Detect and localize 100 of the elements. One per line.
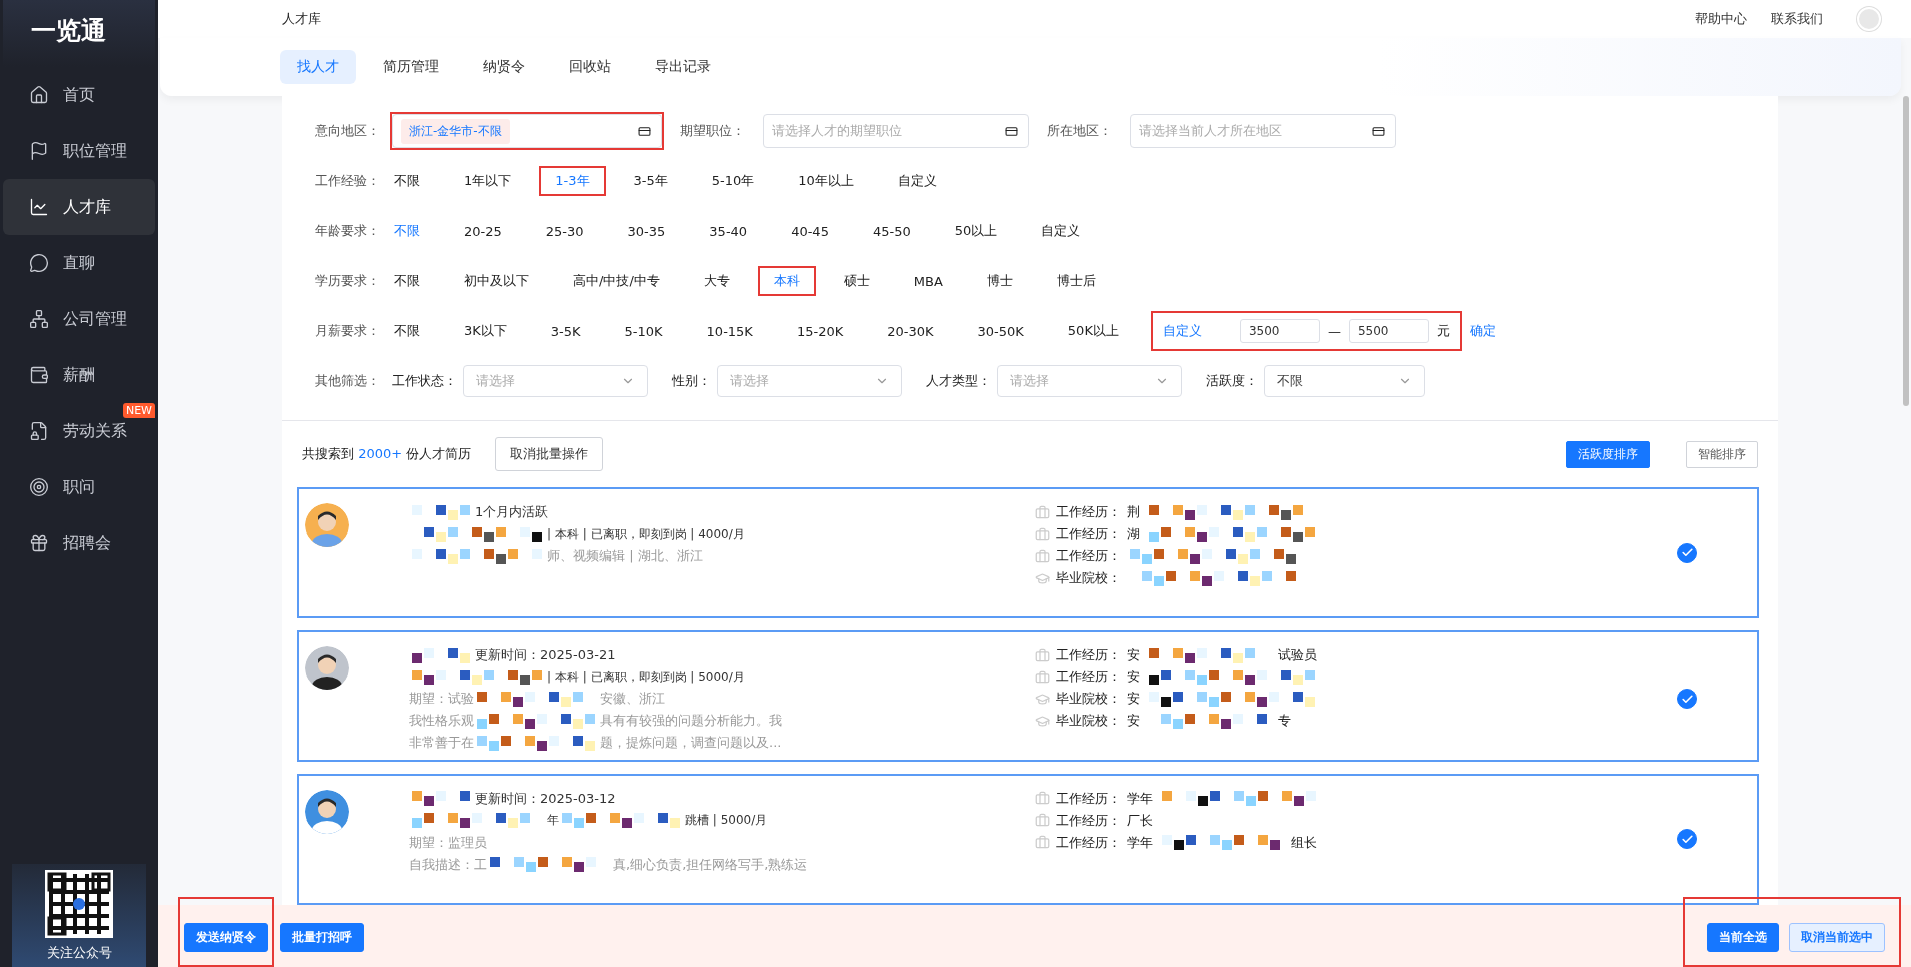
candidate-card[interactable]: 1个月内活跃 | 本科 | 已离职，即刻到岗 | 4000/月 师、视频编辑 | 湖北、浙江 工作经历： 荆 工作经历： 湖 工作经历： 毕业院校： <box>297 487 1759 619</box>
filter-option[interactable]: 25-30 <box>529 217 600 245</box>
filter-option[interactable]: 20-30K <box>871 317 950 345</box>
detail-label: 工作经历： <box>1056 811 1121 830</box>
filter-option[interactable]: 15-20K <box>780 317 860 345</box>
filter-option[interactable]: 30-50K <box>961 317 1040 345</box>
nav-item[interactable]: 职问 <box>3 459 155 515</box>
graduation-cap-icon <box>1035 713 1050 729</box>
filter-option[interactable]: 5-10K <box>608 317 679 345</box>
tab[interactable]: 纳贤令 <box>466 50 542 84</box>
tab[interactable]: 回收站 <box>552 50 628 84</box>
filter-option[interactable]: 5-10年 <box>695 166 771 196</box>
filter-option[interactable]: 50以上 <box>938 216 1014 246</box>
cancel-batch-button[interactable]: 取消批量操作 <box>495 437 604 471</box>
range-dash: — <box>1327 323 1341 339</box>
graduation-cap-icon <box>1035 691 1050 707</box>
filter-option[interactable]: 45-50 <box>856 217 927 245</box>
tab[interactable]: 找人才 <box>280 50 356 84</box>
filter-option[interactable]: 3K以下 <box>448 316 523 346</box>
filter-option[interactable]: 本科 <box>757 266 816 296</box>
briefcase-icon <box>1035 504 1050 520</box>
region-tag: 浙江-金华市-不限 <box>401 118 510 144</box>
max-salary-field[interactable]: 5500 <box>1348 319 1429 343</box>
text-fragment: 期望：监理员 <box>409 833 487 852</box>
check-icon[interactable] <box>1677 829 1697 850</box>
scrollbar[interactable] <box>1903 96 1909 406</box>
filter-option[interactable]: 初中及以下 <box>448 266 545 296</box>
nav-item[interactable]: 职位管理 <box>3 123 155 179</box>
nav-icon <box>29 365 49 385</box>
filter-label: 年龄要求： <box>315 222 381 240</box>
text-fragment: 期望：试验 <box>409 690 474 709</box>
nav-icon <box>29 253 49 273</box>
briefcase-icon <box>1035 813 1050 829</box>
select-field[interactable]: 浙江-金华市-不限 <box>392 114 662 148</box>
footer-button[interactable]: 批量打招呼 <box>280 922 364 952</box>
nav-item[interactable]: 人才库 <box>3 179 155 235</box>
nav-item[interactable]: 招聘会 <box>3 515 155 571</box>
new-badge: NEW <box>122 403 155 418</box>
filter-option[interactable]: 自定义 <box>1162 322 1202 340</box>
filter-option[interactable]: 10年以上 <box>782 166 870 196</box>
footer-button[interactable]: 发送纳贤令 <box>184 922 268 952</box>
text-fragment: 安徽、浙江 <box>600 690 665 709</box>
min-salary-field[interactable]: 3500 <box>1239 319 1320 343</box>
filter-option[interactable]: 3-5年 <box>617 166 684 196</box>
candidate-card[interactable]: 更新时间：2025-03-12 年 跳槽 | 5000/月 期望：监理员 自我描述：工 真,细心负责,担任网络写手,熟练运 工作经历： 学年 工作经历： 厂长 工作经历： 学年 组长 <box>297 773 1759 905</box>
candidate-card[interactable]: 更新时间：2025-03-21 | 本科 | 已离职，即刻到岗 | 5000/月 期望：试验 安徽、浙江 我性格乐观 具有有较强的问题分析能力。我 非常善于在 题，提炼问题，调查问题以及... 工作经历： 安 试验员 工作经历： 安 毕业院校： 安 毕业院校： 安 专 <box>297 630 1759 762</box>
briefcase-icon <box>1035 647 1050 663</box>
candidate-status: 更新时间：2025-03-12 <box>475 789 616 808</box>
filter-option[interactable]: 3-5K <box>534 317 597 345</box>
filter-option[interactable]: 10-15K <box>690 317 769 345</box>
tab[interactable]: 简历管理 <box>366 50 456 84</box>
filter-option[interactable]: 40-45 <box>775 217 845 245</box>
check-icon[interactable] <box>1677 689 1697 710</box>
mosaic-drawing <box>412 647 472 663</box>
header-link[interactable]: 帮助中心 <box>1695 10 1747 28</box>
filter-option[interactable]: 30-35 <box>611 217 682 245</box>
filter-option[interactable]: 大专 <box>687 266 746 296</box>
tab[interactable]: 导出记录 <box>638 50 728 84</box>
dropdown[interactable]: 不限 <box>1264 365 1425 397</box>
sort-button[interactable]: 活跃度排序 <box>1566 440 1650 468</box>
nav-icon <box>29 141 49 161</box>
briefcase-icon <box>1035 835 1050 851</box>
nav-item[interactable]: 首页 <box>3 67 155 123</box>
filter-option[interactable]: 博士 <box>970 266 1029 296</box>
filter-option[interactable]: 1年以下 <box>448 166 528 196</box>
nav-item[interactable]: 公司管理 <box>3 291 155 347</box>
filter-option[interactable]: 不限 <box>378 166 436 196</box>
header-link[interactable]: 联系我们 <box>1771 10 1823 28</box>
graduation-cap-icon <box>1035 570 1050 586</box>
footer-button[interactable]: 当前全选 <box>1707 922 1779 952</box>
nav-item[interactable]: 薪酬 <box>3 347 155 403</box>
filter-option[interactable]: 不限 <box>378 316 436 346</box>
filter-option[interactable]: 50K以上 <box>1051 316 1135 346</box>
detail-label: 工作经历： <box>1056 646 1121 665</box>
filter-option[interactable]: 1-3年 <box>539 166 606 196</box>
filter-option[interactable]: 博士后 <box>1040 266 1112 296</box>
page-title: 人才库 <box>282 10 321 28</box>
nav-item[interactable]: NEW 劳动关系 <box>3 403 155 459</box>
filter-option[interactable]: 自定义 <box>881 166 953 196</box>
text-fragment: 安 <box>1127 668 1140 687</box>
check-icon[interactable] <box>1677 542 1697 563</box>
filter-option[interactable]: 高中/中技/中专 <box>557 266 676 296</box>
filter-label: 工作状态： <box>392 372 457 390</box>
placeholder: 请选择人才的期望职位 <box>772 122 902 140</box>
footer-button[interactable]: 取消当前选中 <box>1789 922 1885 952</box>
text-fragment: 专 <box>1278 712 1291 731</box>
sort-button[interactable]: 智能排序 <box>1686 440 1758 468</box>
filter-option[interactable]: 不限 <box>378 216 436 246</box>
filter-option[interactable]: 硕士 <box>827 266 886 296</box>
confirm-link[interactable]: 确定 <box>1469 322 1496 340</box>
qr-caption: 关注公众号 <box>46 944 112 962</box>
filter-label: 月薪要求： <box>315 322 381 340</box>
filter-option[interactable]: MBA <box>897 267 959 295</box>
briefcase-icon <box>1035 791 1050 807</box>
filter-option[interactable]: 20-25 <box>448 217 518 245</box>
filter-option[interactable]: 不限 <box>378 266 436 296</box>
filter-option[interactable]: 35-40 <box>693 217 764 245</box>
filter-option[interactable]: 自定义 <box>1025 216 1097 246</box>
nav-item[interactable]: 直聊 <box>3 235 155 291</box>
text-fragment: 学年 <box>1127 789 1153 808</box>
